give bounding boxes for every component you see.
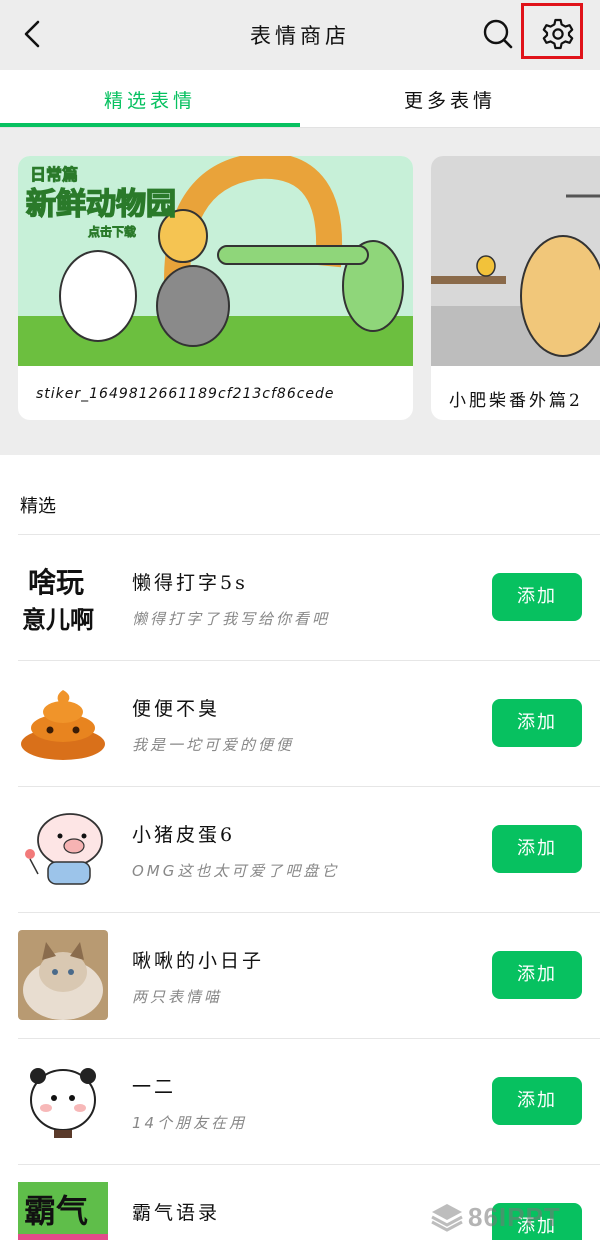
sticker-desc: 两只表情喵 (132, 988, 223, 1006)
sticker-thumbnail (18, 678, 108, 768)
sticker-name: 小猪皮蛋6 (132, 824, 236, 846)
sticker-thumbnail: 啥玩 意儿啊 (18, 552, 108, 642)
sticker-desc: OMG这也太可爱了吧盘它 (132, 862, 340, 880)
list-item[interactable]: 便便不臭 我是一坨可爱的便便 添加 (0, 661, 600, 787)
sticker-desc: 我是一坨可爱的便便 (132, 736, 295, 754)
add-button[interactable]: 添加 (492, 699, 582, 747)
add-button[interactable]: 添加 (492, 825, 582, 873)
thumb-text-1: 霸气 (24, 1192, 88, 1230)
search-icon[interactable] (478, 14, 518, 54)
add-button[interactable]: 添加 (492, 1077, 582, 1125)
tab-indicator (0, 123, 300, 127)
section-title: 精选 (20, 496, 56, 517)
sticker-name: 便便不臭 (132, 698, 221, 720)
banner-image: 日常篇 新鲜动物园 点击下载 (18, 156, 413, 366)
banner-card[interactable]: 小肥柴番外篇2 (431, 156, 600, 420)
sticker-name: 懒得打字5s (132, 572, 248, 594)
thumb-text-1: 啥玩 (28, 566, 84, 599)
add-button[interactable]: 添加 (492, 951, 582, 999)
banner-image (431, 156, 600, 366)
list-item[interactable]: 小猪皮蛋6 OMG这也太可爱了吧盘它 添加 (0, 787, 600, 913)
list-item[interactable]: 一二 14个朋友在用 添加 (0, 1039, 600, 1165)
sticker-thumbnail (18, 930, 108, 1020)
banner-carousel[interactable]: 日常篇 新鲜动物园 点击下载 stiker_1649812661189cf213… (0, 128, 600, 455)
banner-card[interactable]: 日常篇 新鲜动物园 点击下载 stiker_1649812661189cf213… (18, 156, 413, 420)
tab-more-stickers[interactable]: 更多表情 (300, 86, 600, 113)
settings-highlight-box (521, 3, 583, 59)
sticker-thumbnail: 霸气 (18, 1182, 108, 1240)
banner-caption: stiker_1649812661189cf213cf86cede (36, 386, 335, 402)
sticker-desc: 懒得打字了我写给你看吧 (132, 610, 331, 628)
thumb-text-2: 意儿啊 (22, 606, 94, 634)
tab-bar: 精选表情 更多表情 (0, 70, 600, 128)
list-item[interactable]: 啥玩 意儿啊 懒得打字5s 懒得打字了我写给你看吧 添加 (0, 535, 600, 661)
watermark-text: 86IPPT (468, 1202, 561, 1232)
list-item[interactable]: 啾啾的小日子 两只表情喵 添加 (0, 913, 600, 1039)
sticker-desc: 14个朋友在用 (132, 1114, 248, 1132)
sticker-thumbnail (18, 804, 108, 894)
sticker-name: 啾啾的小日子 (132, 950, 265, 972)
watermark: 86IPPT (430, 1198, 600, 1236)
sticker-thumbnail (18, 1056, 108, 1146)
sticker-name: 一二 (132, 1076, 177, 1098)
banner-caption: 小肥柴番外篇2 (449, 391, 583, 411)
layers-icon (431, 1204, 463, 1232)
sticker-name: 霸气语录 (132, 1202, 221, 1224)
featured-list: 精选 啥玩 意儿啊 懒得打字5s 懒得打字了我写给你看吧 添加 便便不臭 我是一… (0, 455, 600, 1240)
tab-featured-stickers[interactable]: 精选表情 (0, 86, 300, 113)
banner-text-1: 日常篇 (30, 165, 78, 184)
banner-text-2: 新鲜动物园 (26, 187, 176, 222)
banner-text-3: 点击下载 (88, 224, 136, 239)
add-button[interactable]: 添加 (492, 573, 582, 621)
header: 表情商店 (0, 0, 600, 70)
